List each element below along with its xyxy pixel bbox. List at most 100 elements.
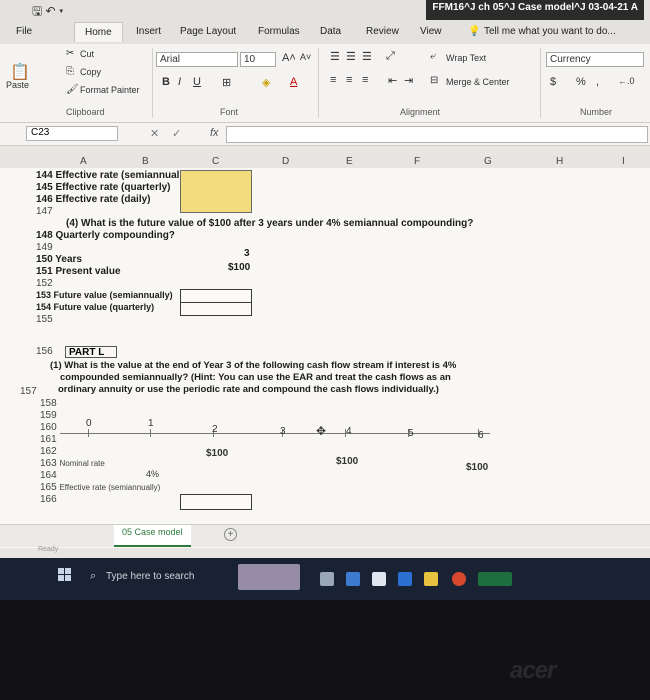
enter-icon[interactable]: ✓ [172,127,181,140]
copy-button[interactable]: Copy [80,67,101,77]
divider [318,48,319,118]
answer-cell-fv-quarterly[interactable] [180,302,252,316]
acer-logo: acer [510,657,556,684]
align-top-icon[interactable]: ☰ [330,50,340,63]
increase-indent-icon[interactable]: ⇥ [404,74,413,87]
column-header-c[interactable]: C [212,156,219,167]
align-center-icon[interactable]: ≡ [346,74,352,86]
add-sheet-icon[interactable]: + [224,528,237,541]
table-row: 153 Future value (semiannually) [36,290,173,300]
number-format-dropdown[interactable]: Currency [546,52,644,67]
comma-icon[interactable]: , [596,76,599,88]
mail-icon[interactable] [398,572,412,586]
column-header-b[interactable]: B [142,156,149,167]
align-right-icon[interactable]: ≡ [362,74,368,86]
timeline-period: 4 [346,426,352,437]
tell-me-box[interactable]: Tell me what you want to do... [484,26,616,37]
sheet-tab-bar: 05 Case model + [0,524,650,547]
cash-flow-value[interactable]: $100 [466,462,488,473]
timeline-period: 1 [148,418,154,429]
answer-cell-effective-rates[interactable] [180,170,252,213]
copy-icon: ⎘ [66,66,74,77]
column-header-e[interactable]: E [346,156,353,167]
borders-icon[interactable]: ⊞ [222,76,231,89]
column-header-d[interactable]: D [282,156,289,167]
row-number: 164 [40,470,57,481]
align-middle-icon[interactable]: ☰ [346,50,356,63]
years-value[interactable]: 3 [244,248,250,259]
chrome-icon[interactable] [452,572,466,586]
sheet-tab-case-model[interactable]: 05 Case model [114,525,191,547]
paste-button[interactable]: Paste [6,80,29,90]
align-left-icon[interactable]: ≡ [330,74,336,86]
column-header-g[interactable]: G [484,156,492,167]
row-number: 157 [20,386,37,397]
folder-icon[interactable] [424,572,438,586]
column-header-a[interactable]: A [80,156,87,167]
tab-data[interactable]: Data [320,26,341,37]
column-header-h[interactable]: H [556,156,563,167]
decrease-font-icon[interactable]: A˅ [300,52,311,62]
part-l-question-line2: compounded semiannually? (Hint: You can … [60,372,451,383]
tab-file[interactable]: File [16,26,32,37]
tab-formulas[interactable]: Formulas [258,26,300,37]
worksheet-grid[interactable]: 144 Effective rate (semiannually) 145 Ef… [0,168,650,548]
nominal-rate-value[interactable]: 4% [146,469,159,479]
row-number: 156 [36,346,53,357]
column-header-i[interactable]: I [622,156,625,167]
font-size-dropdown[interactable]: 10 [240,52,276,67]
tab-home[interactable]: Home [74,22,123,42]
cash-flow-value[interactable]: $100 [206,448,228,459]
format-painter-button[interactable]: Format Painter [80,85,140,95]
cut-button[interactable]: Cut [80,49,94,59]
ribbon-home: 📋 Paste ✂ Cut ⎘ Copy 🖌 Format Painter Cl… [0,44,650,123]
row-number: 163 Nominal rate [40,458,105,469]
windows-start-icon[interactable] [58,568,71,581]
font-name-dropdown[interactable]: Arial [156,52,238,67]
increase-font-icon[interactable]: A˄ [282,52,296,64]
increase-decimal-icon[interactable]: ←.0 [618,76,635,86]
part-l-header[interactable]: PART L [65,346,117,358]
cancel-icon[interactable]: ✕ [150,127,159,140]
row-number: 166 [40,494,57,505]
present-value-value[interactable]: $100 [228,262,250,273]
bold-button[interactable]: B [162,76,170,88]
italic-button[interactable]: I [178,76,181,88]
tab-page-layout[interactable]: Page Layout [180,26,236,37]
column-header-f[interactable]: F [414,156,420,167]
fx-icon[interactable]: fx [210,127,219,139]
tab-view[interactable]: View [420,26,442,37]
merge-center-button[interactable]: Merge & Center [446,77,510,87]
formula-bar: C23 ✕ ✓ fx [0,123,650,146]
align-bottom-icon[interactable]: ☰ [362,50,372,63]
percent-button[interactable]: % [576,76,586,88]
search-icon: ⌕ [90,570,97,582]
paste-icon[interactable]: 📋 [10,62,30,82]
answer-cell-fv-semiannual[interactable] [180,289,252,303]
tab-review[interactable]: Review [366,26,399,37]
row-number: 147 [36,206,53,217]
fill-color-icon[interactable]: ◈ [262,76,270,89]
font-color-icon[interactable]: A [290,76,297,88]
answer-cell-effective-semiannual[interactable] [180,494,252,510]
news-widget-icon[interactable] [238,564,300,590]
font-group-label: Font [220,107,239,117]
wrap-text-button[interactable]: Wrap Text [446,53,486,63]
table-row: 148 Quarterly compounding? [36,230,175,241]
task-view-icon[interactable] [320,572,334,586]
orientation-icon[interactable]: ⤢ [386,50,395,63]
name-box[interactable]: C23 [26,126,118,141]
alignment-group-label: Alignment [400,107,441,117]
timeline-period: 3 [280,426,286,437]
monitor-bezel [0,600,650,700]
taskbar-search[interactable]: ⌕ Type here to search [84,564,234,590]
edge-icon[interactable] [346,572,360,586]
file-explorer-icon[interactable] [372,572,386,586]
cash-flow-value[interactable]: $100 [336,456,358,467]
decrease-indent-icon[interactable]: ⇤ [388,74,397,87]
underline-button[interactable]: U [193,76,201,88]
currency-button[interactable]: $ [550,76,556,88]
formula-input[interactable] [226,126,648,143]
tab-insert[interactable]: Insert [136,26,161,37]
excel-taskbar-icon[interactable] [478,572,512,586]
